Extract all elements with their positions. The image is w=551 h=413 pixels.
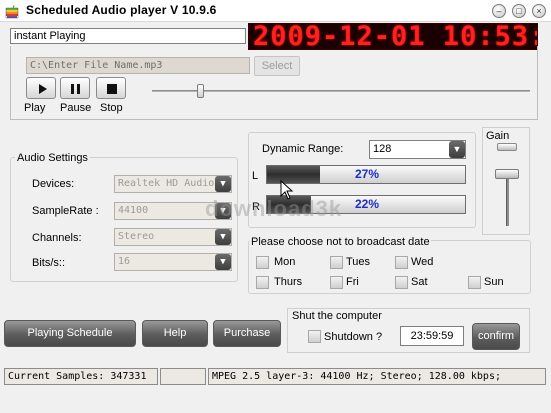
chevron-down-icon: ▼ [215, 203, 231, 219]
stop-icon [107, 84, 117, 94]
channels-value: Stereo [118, 231, 155, 242]
play-icon [39, 84, 47, 94]
day-label-fri: Fri [346, 276, 359, 288]
pause-button[interactable] [60, 77, 90, 99]
chevron-down-icon: ▼ [215, 176, 231, 192]
play-button[interactable] [26, 77, 56, 99]
day-label-sat: Sat [411, 276, 428, 288]
left-level-meter: 27% [266, 165, 466, 184]
chevron-down-icon: ▼ [215, 229, 231, 245]
day-label-sun: Sun [484, 276, 504, 288]
left-level-value: 27% [354, 167, 380, 181]
checkbox-thurs[interactable] [256, 276, 269, 289]
right-level-value: 22% [354, 197, 380, 211]
bits-label: Bits/s:: [32, 257, 66, 269]
day-label-mon: Mon [274, 256, 296, 268]
title-bar: Scheduled Audio player V 10.9.6 – □ × [0, 0, 551, 22]
channels-label: Channels: [32, 232, 82, 244]
devices-value: Realtek HD Audio [118, 178, 215, 189]
close-icon[interactable]: × [532, 4, 546, 18]
maximize-icon[interactable]: □ [512, 4, 526, 18]
seek-track[interactable] [152, 90, 530, 92]
chevron-down-icon: ▼ [449, 141, 465, 158]
shutdown-label: Shutdown ? [324, 331, 383, 343]
help-button[interactable]: Help [142, 320, 208, 347]
right-channel-label: R [252, 201, 260, 213]
samplerate-value: 44100 [118, 205, 149, 216]
devices-label: Devices: [32, 178, 75, 190]
audio-settings-legend: Audio Settings [15, 152, 90, 164]
window-title: Scheduled Audio player V 10.9.6 [26, 3, 217, 17]
checkbox-tues[interactable] [330, 256, 343, 269]
chevron-down-icon: ▼ [215, 254, 231, 270]
checkbox-fri[interactable] [330, 276, 343, 289]
gain-label: Gain [486, 130, 510, 142]
checkbox-mon[interactable] [256, 256, 269, 269]
checkbox-sat[interactable] [395, 276, 408, 289]
dynamic-range-select[interactable]: 128 ▼ [369, 140, 466, 159]
shutdown-title: Shut the computer [291, 310, 383, 322]
pause-icon [71, 84, 80, 94]
right-level-meter: 22% [266, 195, 466, 214]
shutdown-time-input[interactable]: 23:59:59 [400, 326, 464, 346]
confirm-button[interactable]: confirm [472, 323, 520, 350]
channels-select[interactable]: Stereo ▼ [114, 228, 232, 246]
broadcast-days-title: Please choose not to broadcast date [250, 236, 431, 248]
day-label-tues: Tues [346, 256, 371, 268]
checkbox-shutdown[interactable] [308, 330, 321, 343]
status-format: MPEG 2.5 layer-3: 44100 Hz; Stereo; 128.… [208, 368, 546, 385]
samplerate-label: SampleRate : [32, 205, 99, 217]
minimize-icon[interactable]: – [492, 4, 506, 18]
file-path-input[interactable]: C:\Enter File Name.mp3 [26, 57, 250, 74]
status-samples: Current Samples: 347331 [4, 368, 158, 385]
pause-label: Pause [60, 102, 92, 114]
samplerate-select[interactable]: 44100 ▼ [114, 202, 232, 220]
bits-select[interactable]: 16 ▼ [114, 253, 232, 271]
mouse-cursor-icon [280, 180, 294, 200]
play-label: Play [24, 102, 46, 114]
bits-value: 16 [118, 256, 131, 267]
checkbox-wed[interactable] [395, 256, 408, 269]
left-channel-label: L [252, 170, 259, 182]
devices-select[interactable]: Realtek HD Audio ▼ [114, 175, 232, 193]
main-window: Scheduled Audio player V 10.9.6 – □ × 20… [0, 0, 551, 413]
playing-schedule-button[interactable]: Playing Schedule [4, 320, 136, 347]
stop-button[interactable] [96, 77, 126, 99]
gain-slider-thumb[interactable] [495, 169, 519, 179]
dynamic-range-value: 128 [373, 143, 392, 155]
status-empty-pane [160, 368, 206, 385]
app-apple-icon [5, 5, 19, 19]
purchase-button[interactable]: Purchase [213, 320, 281, 347]
gain-top-knob[interactable] [497, 143, 517, 151]
dynamic-range-label: Dynamic Range: [262, 143, 344, 155]
now-playing-title: instant Playing [10, 28, 246, 44]
day-label-wed: Wed [411, 256, 434, 268]
day-label-thurs: Thurs [274, 276, 303, 288]
stop-label: Stop [100, 102, 123, 114]
checkbox-sun[interactable] [468, 276, 481, 289]
seek-slider-thumb[interactable] [197, 84, 204, 98]
select-file-button[interactable]: Select [254, 56, 300, 76]
